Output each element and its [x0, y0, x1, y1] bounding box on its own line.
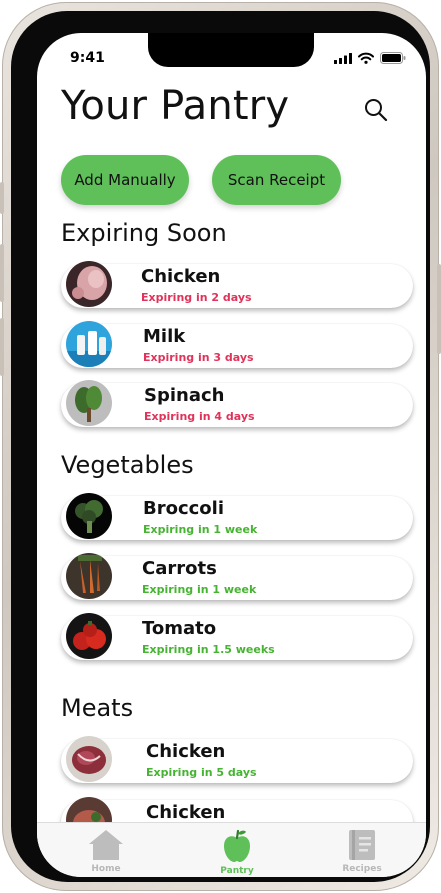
apple-icon: [224, 829, 250, 862]
tab-label-pantry: Pantry: [220, 866, 254, 876]
item-expiry: Expiring in 3 days: [143, 351, 254, 364]
item-expiry: Expiring in 5 days: [146, 766, 257, 779]
chicken-thumbnail: [66, 261, 112, 307]
cellular-signal-icon: [334, 52, 352, 64]
pantry-item-card[interactable]: Tomato Expiring in 1.5 weeks: [61, 613, 413, 660]
item-name: Broccoli: [143, 498, 225, 519]
pantry-item-card[interactable]: Chicken Expiring in 5 days: [61, 736, 413, 783]
spinach-thumbnail: [66, 380, 112, 426]
meat-thumbnail: [66, 736, 112, 782]
mute-switch: [0, 182, 4, 214]
tab-home[interactable]: Home: [66, 829, 146, 874]
tab-label-recipes: Recipes: [342, 864, 382, 874]
tab-bar: Home Pantry Recipes: [37, 822, 426, 877]
home-icon: [89, 830, 123, 860]
item-name: Chicken: [146, 741, 226, 762]
item-name: Chicken: [146, 802, 226, 823]
tab-pantry[interactable]: Pantry: [197, 829, 277, 876]
section-title-meats: Meats: [61, 694, 134, 722]
power-button: [437, 264, 441, 354]
carrots-thumbnail: [66, 553, 112, 599]
volume-up-button: [0, 244, 4, 302]
item-name: Spinach: [144, 385, 225, 406]
wifi-icon: [358, 52, 374, 64]
page-title: Your Pantry: [61, 83, 290, 129]
item-expiry: Expiring in 1 week: [142, 583, 257, 596]
item-name: Carrots: [142, 558, 217, 579]
status-icons: [334, 52, 406, 64]
book-icon: [349, 830, 375, 860]
tab-recipes[interactable]: Recipes: [322, 829, 402, 874]
section-title-vegetables: Vegetables: [61, 451, 194, 479]
search-icon[interactable]: [363, 97, 389, 123]
item-expiry: Expiring in 2 days: [141, 291, 252, 304]
item-expiry: Expiring in 1 week: [143, 523, 258, 536]
item-expiry: Expiring in 1.5 weeks: [142, 643, 275, 656]
notch: [148, 33, 314, 67]
item-expiry: Expiring in 4 days: [144, 410, 255, 423]
add-manually-button[interactable]: Add Manually: [61, 155, 189, 205]
battery-icon: [380, 52, 406, 64]
phone-bezel: 9:41 Your Pantry Add Manually Scan Recei…: [11, 11, 430, 882]
tomato-thumbnail: [66, 613, 112, 659]
volume-down-button: [0, 318, 4, 376]
pantry-item-card[interactable]: Carrots Expiring in 1 week: [61, 553, 413, 600]
status-time: 9:41: [70, 50, 105, 66]
pantry-item-card[interactable]: Broccoli Expiring in 1 week: [61, 493, 413, 540]
pantry-item-card[interactable]: Chicken Expiring in 2 days: [61, 261, 413, 308]
pantry-item-card[interactable]: Milk Expiring in 3 days: [61, 321, 413, 368]
item-name: Tomato: [142, 618, 217, 639]
item-name: Milk: [143, 326, 186, 347]
phone-frame: 9:41 Your Pantry Add Manually Scan Recei…: [0, 2, 441, 891]
scan-receipt-button[interactable]: Scan Receipt: [212, 155, 341, 205]
app-screen: 9:41 Your Pantry Add Manually Scan Recei…: [37, 33, 426, 877]
tab-label-home: Home: [91, 864, 121, 874]
milk-thumbnail: [66, 321, 112, 367]
section-title-expiring-soon: Expiring Soon: [61, 219, 227, 247]
item-name: Chicken: [141, 266, 221, 287]
broccoli-thumbnail: [66, 493, 112, 539]
pantry-item-card[interactable]: Spinach Expiring in 4 days: [61, 380, 413, 427]
